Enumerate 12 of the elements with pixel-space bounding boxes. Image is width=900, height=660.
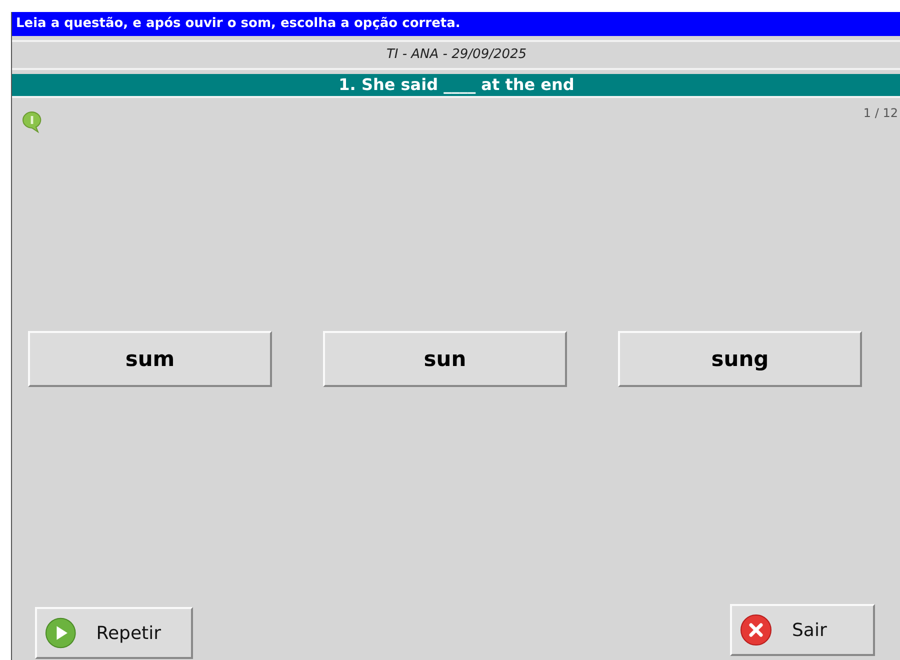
answer-option-button[interactable]: sung xyxy=(618,331,862,387)
answer-option-button[interactable]: sun xyxy=(323,331,567,387)
question-bar: 1. She said ____ at the end xyxy=(12,74,900,98)
subtitle-bar: TI - ANA - 29/09/2025 xyxy=(12,40,900,70)
play-icon xyxy=(45,617,76,649)
action-button[interactable]: Sair xyxy=(730,604,875,656)
instruction-bar: Leia a questão, e após ouvir o som, escolha a opção correta. xyxy=(12,12,900,36)
answer-option-button[interactable]: sum xyxy=(28,331,272,387)
question-counter: 1 / 12 xyxy=(863,106,898,120)
speech-bubble-icon[interactable] xyxy=(20,110,44,134)
action-button[interactable]: Repetir xyxy=(35,607,193,659)
close-icon xyxy=(740,614,772,646)
